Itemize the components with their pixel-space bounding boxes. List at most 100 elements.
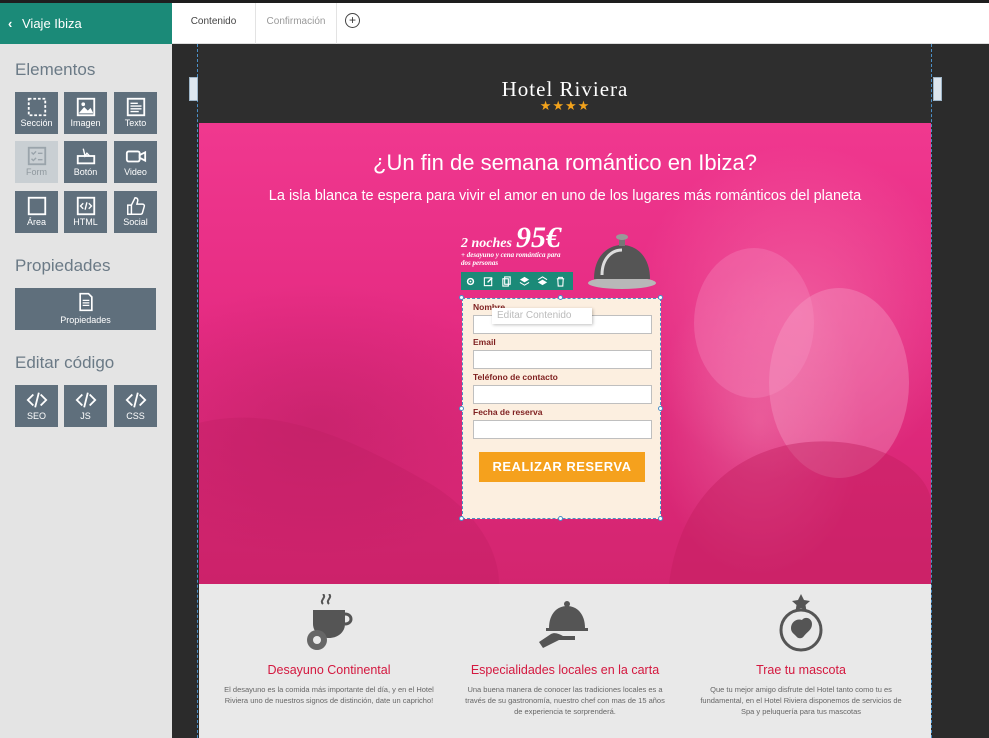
element-image-button[interactable]: Imagen bbox=[64, 92, 107, 134]
element-social-button[interactable]: Social bbox=[114, 191, 157, 233]
code-button-label: SEO bbox=[26, 411, 46, 421]
layers-back-icon bbox=[537, 275, 547, 285]
code-title: Editar código bbox=[15, 353, 115, 372]
field-label-fecha: Fecha de reserva bbox=[473, 407, 543, 417]
form-icon bbox=[15, 141, 58, 167]
image-icon bbox=[64, 92, 107, 118]
tab-confirmacion[interactable]: Confirmación bbox=[256, 3, 337, 44]
trash-icon bbox=[556, 276, 564, 287]
code-seo-button[interactable]: SEO bbox=[15, 385, 58, 427]
send-backward-button[interactable] bbox=[533, 272, 551, 290]
features-section[interactable]: Desayuno Continental El desayuno es la c… bbox=[199, 584, 931, 738]
hero-title: ¿Un fin de semana romántico en Ibiza? bbox=[373, 150, 757, 175]
edit-content-tooltip: Editar Contenido bbox=[492, 308, 592, 324]
back-button[interactable]: ‹ Viaje Ibiza bbox=[0, 3, 172, 44]
section-resize-handle-left[interactable] bbox=[189, 77, 198, 101]
code-icon bbox=[64, 385, 107, 411]
code-icon bbox=[15, 385, 58, 411]
section-icon bbox=[15, 92, 58, 118]
feature-local-food: Especialidades locales en la carta Una b… bbox=[450, 594, 680, 717]
bring-forward-button[interactable] bbox=[515, 272, 533, 290]
element-label: Video bbox=[124, 167, 147, 177]
element-label: Texto bbox=[124, 118, 147, 128]
email-field[interactable] bbox=[473, 350, 652, 369]
delete-button[interactable] bbox=[551, 272, 569, 290]
edit-button[interactable] bbox=[479, 272, 497, 290]
resize-handle[interactable] bbox=[459, 295, 464, 300]
duplicate-button[interactable] bbox=[497, 272, 515, 290]
tab-contenido[interactable]: Contenido bbox=[172, 3, 256, 50]
add-tab-button[interactable]: + bbox=[345, 13, 360, 28]
landing-header[interactable]: Hotel Riviera ★★★★ bbox=[199, 44, 931, 123]
element-label: Imagen bbox=[70, 118, 101, 128]
resize-handle[interactable] bbox=[459, 516, 464, 521]
element-label: Social bbox=[123, 217, 148, 227]
reservation-form[interactable]: Nombre Editar Contenido Email Teléfono d… bbox=[462, 298, 661, 519]
coffee-cup-icon bbox=[307, 593, 353, 650]
text-icon bbox=[114, 92, 157, 118]
resize-handle[interactable] bbox=[658, 516, 663, 521]
phone-field[interactable] bbox=[473, 385, 652, 404]
thumbs-up-icon bbox=[114, 191, 157, 217]
element-label: Form bbox=[26, 167, 47, 177]
offer-detail: + desayuno y cena romántica para dos per… bbox=[461, 251, 561, 267]
resize-handle[interactable] bbox=[658, 295, 663, 300]
serving-cloche-icon bbox=[539, 601, 588, 648]
hero-section[interactable]: ¿Un fin de semana romántico en Ibiza? La… bbox=[199, 123, 931, 584]
copy-icon bbox=[501, 275, 511, 287]
section-guide-left bbox=[197, 44, 198, 738]
element-form-button[interactable]: Form bbox=[15, 141, 58, 183]
resize-handle[interactable] bbox=[558, 295, 563, 300]
section-guide-right bbox=[931, 44, 932, 738]
field-label-email: Email bbox=[473, 337, 496, 347]
resize-handle[interactable] bbox=[459, 406, 464, 411]
feature-text: El desayuno es la comida más importante … bbox=[224, 685, 434, 705]
properties-button[interactable]: Propiedades bbox=[15, 288, 156, 330]
reception-bell-icon bbox=[588, 234, 656, 289]
code-css-button[interactable]: CSS bbox=[114, 385, 157, 427]
feature-text: Una buena manera de conocer las tradicio… bbox=[465, 685, 665, 716]
offer-price: 95€ bbox=[515, 221, 561, 254]
element-label: Área bbox=[26, 217, 46, 227]
tab-label: Contenido bbox=[190, 16, 237, 27]
element-html-button[interactable]: HTML bbox=[64, 191, 107, 233]
elements-title: Elementos bbox=[15, 60, 96, 79]
video-icon bbox=[114, 141, 157, 167]
element-button-button[interactable]: Botón bbox=[64, 141, 107, 183]
editor-sidebar: ‹ Viaje Ibiza Elementos Sección Imagen Te… bbox=[0, 3, 172, 738]
feature-text: Que tu mejor amigo disfrute del Hotel ta… bbox=[700, 685, 902, 716]
properties-button-label: Propiedades bbox=[60, 315, 111, 325]
element-section-button[interactable]: Sección bbox=[15, 92, 58, 134]
code-button-label: JS bbox=[80, 411, 91, 421]
code-icon bbox=[114, 385, 157, 411]
element-video-button[interactable]: Video bbox=[114, 141, 157, 183]
hotel-stars: ★★★★ bbox=[539, 98, 591, 113]
feature-title: Especialidades locales en la carta bbox=[470, 663, 660, 677]
element-area-button[interactable]: Área bbox=[15, 191, 58, 233]
area-icon bbox=[15, 191, 58, 217]
button-icon bbox=[64, 141, 107, 167]
element-edit-toolbar bbox=[461, 272, 573, 290]
document-icon bbox=[15, 288, 156, 315]
offer-badge: 2 noches 95€ + desayuno y cena romántica… bbox=[461, 221, 581, 267]
section-resize-handle-right[interactable] bbox=[933, 77, 942, 101]
resize-handle[interactable] bbox=[658, 406, 663, 411]
field-label-telefono: Teléfono de contacto bbox=[473, 372, 558, 382]
element-text-button[interactable]: Texto bbox=[114, 92, 157, 134]
submit-reservation-button[interactable]: REALIZAR RESERVA bbox=[479, 452, 645, 482]
offer-nights: 2 noches bbox=[461, 236, 512, 251]
element-label: HTML bbox=[73, 217, 98, 227]
edit-icon bbox=[483, 276, 493, 286]
tab-label: Confirmación bbox=[266, 16, 326, 27]
gear-icon bbox=[466, 277, 474, 285]
feature-pets: Trae tu mascota Que tu mejor amigo disfr… bbox=[686, 594, 916, 717]
properties-title: Propiedades bbox=[15, 256, 111, 275]
code-js-button[interactable]: JS bbox=[64, 385, 107, 427]
date-field[interactable] bbox=[473, 420, 652, 439]
resize-handle[interactable] bbox=[558, 516, 563, 521]
settings-button[interactable] bbox=[461, 272, 479, 290]
editor-canvas: Hotel Riviera ★★★★ ¿Un fin de semana rom… bbox=[172, 44, 989, 738]
hero-subtitle: La isla blanca te espera para vivir el a… bbox=[268, 188, 862, 204]
feature-breakfast: Desayuno Continental El desayuno es la c… bbox=[214, 593, 444, 706]
feature-title: Desayuno Continental bbox=[267, 663, 391, 677]
